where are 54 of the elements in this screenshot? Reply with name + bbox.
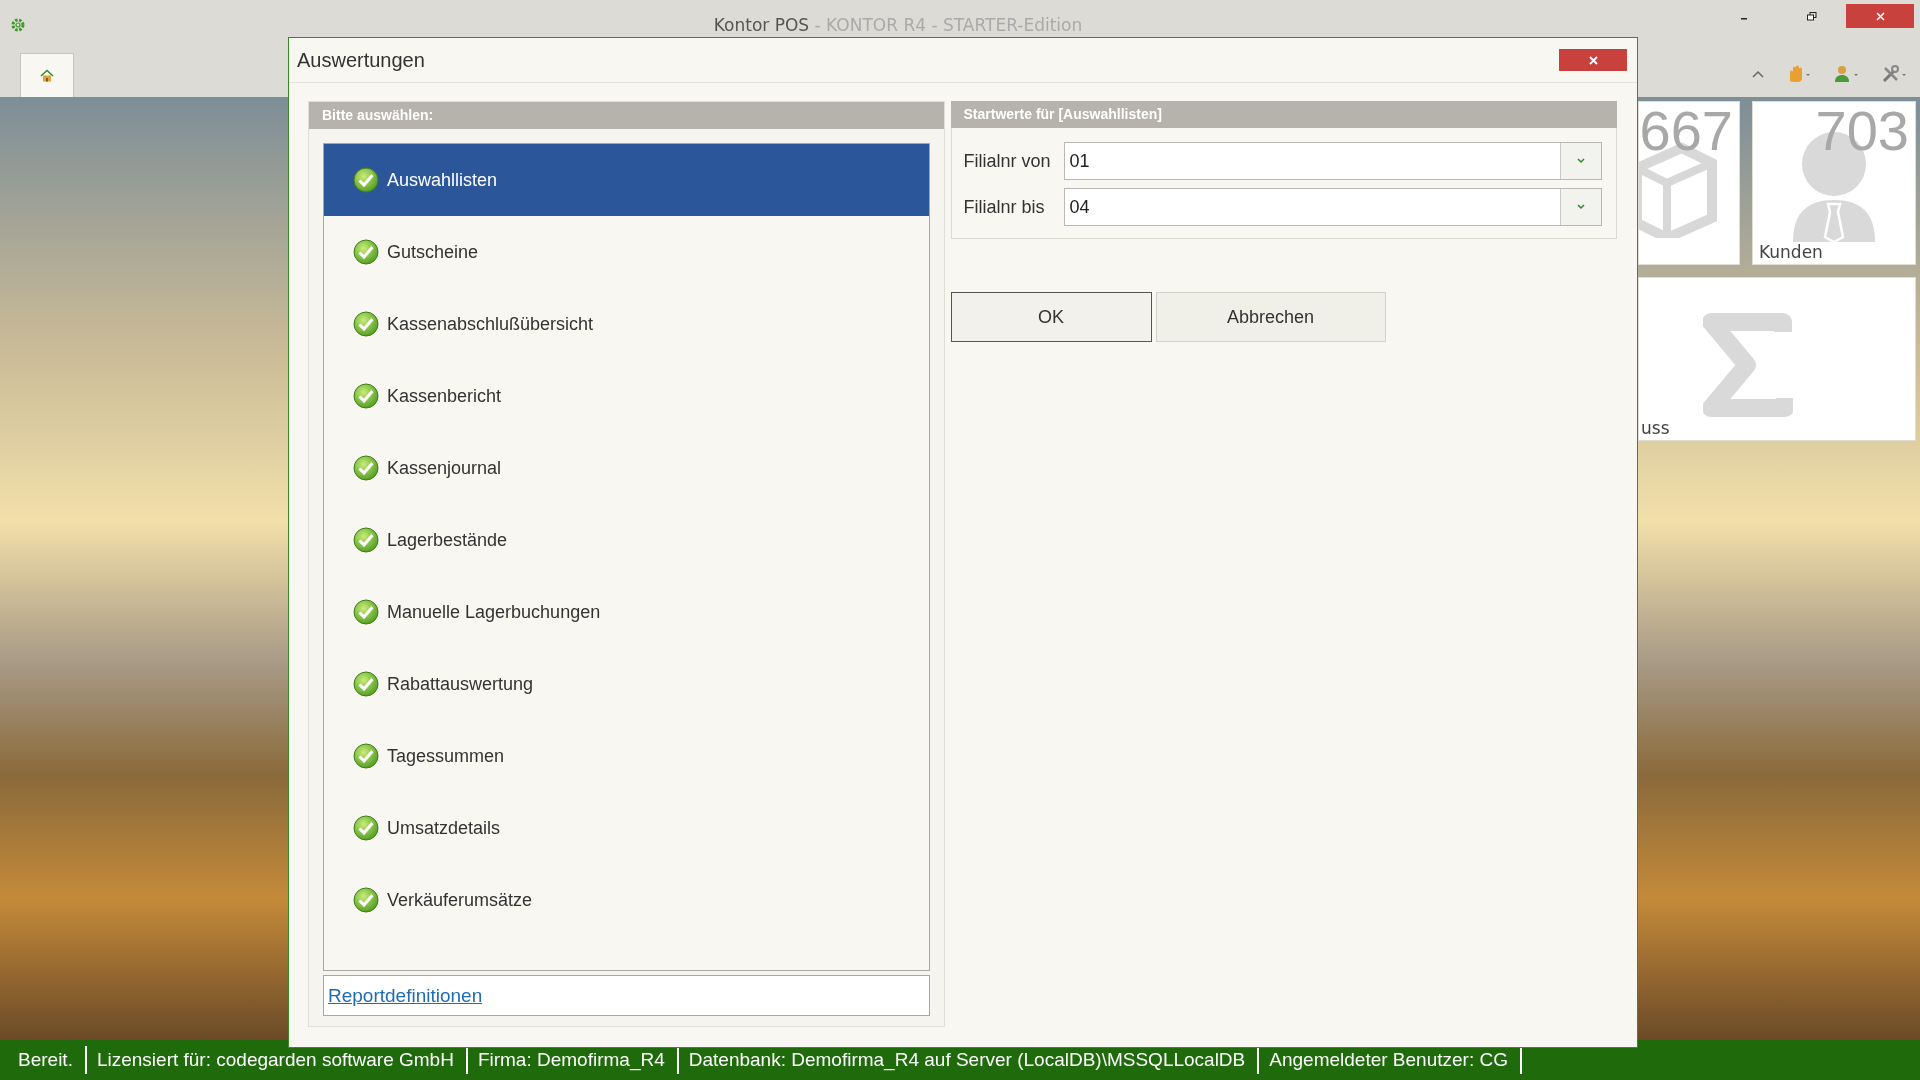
checkmark-icon (353, 455, 379, 481)
checkmark-icon (353, 599, 379, 625)
report-list-item[interactable]: Lagerbestände (324, 504, 929, 576)
checkmark-icon (353, 527, 379, 553)
report-list-item[interactable]: Verkäuferumsätze (324, 864, 929, 936)
report-list-item[interactable]: Kassenbericht (324, 360, 929, 432)
tile-label: uss (1641, 418, 1670, 438)
report-list-item[interactable]: Tagessummen (324, 720, 929, 792)
checkmark-icon (353, 311, 379, 337)
window-title: Kontor POS (713, 15, 810, 35)
sum-icon (1703, 312, 1793, 418)
checkmark-icon (353, 167, 379, 193)
report-list-item[interactable]: Gutscheine (324, 216, 929, 288)
checkmark-icon (353, 743, 379, 769)
dialog-button[interactable]: OK (950, 292, 1152, 342)
checkmark-icon (353, 815, 379, 841)
report-list-item[interactable]: Rabattauswertung (324, 648, 929, 720)
collapse-caret-icon[interactable] (1752, 69, 1764, 78)
report-list-item[interactable]: Manuelle Lagerbuchungen (324, 576, 929, 648)
user-icon[interactable] (1834, 64, 1860, 83)
close-button[interactable] (1846, 4, 1914, 28)
report-list-item[interactable]: Auswahllisten (324, 144, 929, 216)
tile-count: 703 (1815, 102, 1909, 163)
checkmark-icon (353, 671, 379, 697)
dropdown-field[interactable]: 04 (1063, 188, 1602, 226)
panel-header: Bitte auswählen: (309, 102, 944, 129)
dropdown-field[interactable]: 01 (1063, 142, 1602, 180)
field-label: Filialnr von (963, 150, 1052, 172)
checkmark-icon (353, 239, 379, 265)
tile-count: 667 (1639, 102, 1733, 163)
panel-header: Startwerte für [Auswahllisten] (950, 101, 1617, 128)
tools-icon[interactable] (1882, 64, 1908, 83)
close-icon (1588, 55, 1598, 65)
dashboard-tile[interactable]: uss (1638, 277, 1916, 441)
status-text: Bereit. (8, 1046, 87, 1074)
report-list-item[interactable]: Kassenabschlußübersicht (324, 288, 929, 360)
restore-icon (1807, 11, 1817, 21)
home-icon (40, 69, 54, 82)
report-list-item[interactable]: Kassenjournal (324, 432, 929, 504)
checkmark-icon (353, 383, 379, 409)
chevron-down-icon[interactable] (1577, 204, 1585, 210)
report-list-item[interactable]: Umsatzdetails (324, 792, 929, 864)
close-button[interactable] (1559, 49, 1627, 71)
report-definitions-link[interactable]: Reportdefinitionen (328, 984, 483, 1007)
dialog-title: Auswertungen (297, 48, 425, 72)
close-icon (1875, 11, 1885, 21)
gear-icon[interactable] (10, 17, 26, 33)
checkmark-icon (353, 887, 379, 913)
field-label: Filialnr bis (963, 196, 1046, 218)
dashboard-tile[interactable]: 703 Kunden (1752, 101, 1916, 265)
tile-label: Kunden (1759, 242, 1823, 262)
home-tab[interactable] (20, 53, 74, 97)
dialog-button[interactable]: Abbrechen (1155, 292, 1386, 342)
chevron-down-icon[interactable] (1577, 158, 1585, 164)
